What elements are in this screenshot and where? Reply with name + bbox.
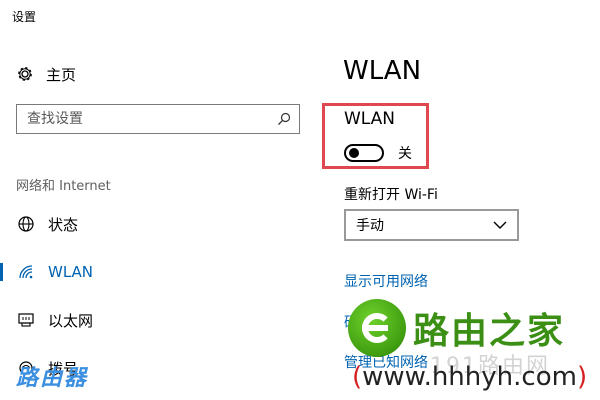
watermark-url-close: ) [576,362,588,392]
wlan-toggle-switch[interactable] [344,144,384,162]
dropdown-selected-value: 手动 [356,218,384,234]
sidebar-item-label: 以太网 [48,311,94,330]
selection-indicator [0,359,3,377]
watermark-logo [348,299,406,357]
selection-indicator [0,215,3,233]
watermark-corner-text: 路由器 [16,366,89,391]
sidebar-item-status[interactable]: 状态 [0,207,300,241]
watermark-url: (www.hhhyh.com) [352,362,587,392]
window-title: 设置 [12,10,37,24]
search-icon[interactable] [269,105,299,133]
ethernet-icon [16,310,36,330]
home-nav-item[interactable]: 主页 [16,62,76,86]
wlan-toggle-label: WLAN [344,109,396,129]
sidebar-item-wlan[interactable]: WLAN [0,255,300,289]
selection-indicator [0,263,3,281]
watermark-url-text: www.hhhyh.com [362,362,577,392]
sidebar-item-label: 状态 [48,215,79,234]
wifi-icon [16,262,36,282]
reopen-wifi-label: 重新打开 Wi-Fi [344,187,438,203]
selection-indicator [0,311,3,329]
show-available-networks-link[interactable]: 显示可用网络 [344,271,428,291]
watermark-url-open: ( [352,362,363,392]
settings-search-box[interactable] [16,104,300,134]
page-title: WLAN [343,56,422,86]
reopen-wifi-dropdown[interactable]: 手动 [344,209,519,241]
search-input[interactable] [17,105,269,133]
toggle-knob [349,148,359,158]
wlan-toggle-state: 关 [398,146,412,162]
section-label-network: 网络和 Internet [16,179,111,194]
globe-icon [16,214,36,234]
sidebar-item-label: WLAN [48,263,94,281]
watermark-brand-text: 路由之家 [413,311,566,352]
home-label: 主页 [46,65,77,84]
gear-icon [16,65,34,83]
chevron-down-icon [493,220,507,230]
sidebar-item-ethernet[interactable]: 以太网 [0,303,300,337]
wlan-toggle-row: 关 [344,143,412,163]
